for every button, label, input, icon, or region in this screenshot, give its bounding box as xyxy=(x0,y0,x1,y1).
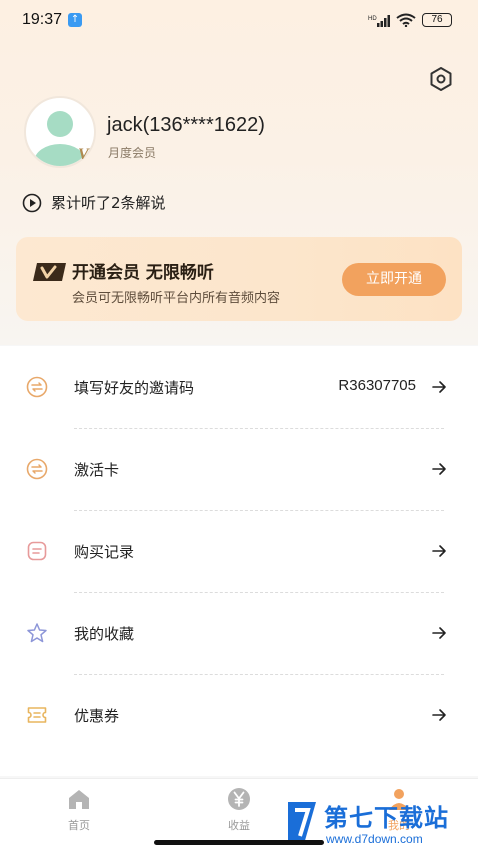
vip-logo-icon xyxy=(33,263,66,281)
listen-summary[interactable]: 累计听了2条解说 xyxy=(22,192,166,213)
signal-icon: HD xyxy=(368,14,390,27)
notification-arrow-icon: ↑ xyxy=(68,13,83,27)
settings-icon[interactable] xyxy=(428,66,454,92)
menu-item-label: 购买记录 xyxy=(74,543,135,561)
status-right: HD 76 xyxy=(368,13,452,27)
vip-banner[interactable]: 开通会员 无限畅听 会员可无限畅听平台内所有音频内容 立即开通 xyxy=(16,237,462,321)
arrow-right-icon xyxy=(432,381,446,393)
svg-text:HD: HD xyxy=(368,16,377,22)
tab-earnings[interactable]: 收益 xyxy=(209,787,269,833)
status-left: 19:37 ↑ xyxy=(22,11,83,29)
star-icon xyxy=(27,623,47,643)
yen-icon xyxy=(228,788,250,810)
home-indicator[interactable] xyxy=(154,840,324,845)
play-circle-icon xyxy=(22,193,42,212)
activation-card-icon xyxy=(26,458,48,480)
home-icon xyxy=(69,790,89,809)
coupon-icon xyxy=(27,707,47,723)
invite-code-value: R36307705 xyxy=(338,377,416,394)
menu-item-activation-card[interactable]: 激活卡 xyxy=(0,428,478,510)
purchase-record-icon xyxy=(27,541,47,561)
open-membership-button[interactable]: 立即开通 xyxy=(342,263,446,296)
arrow-right-icon xyxy=(432,627,446,639)
invite-icon xyxy=(26,376,48,398)
member-level: 月度会员 xyxy=(108,146,157,160)
arrow-right-icon xyxy=(432,463,446,475)
avatar-container[interactable]: V xyxy=(24,96,96,168)
menu-item-label: 我的收藏 xyxy=(74,625,135,643)
tab-home[interactable]: 首页 xyxy=(49,787,109,833)
tab-label: 首页 xyxy=(68,819,90,832)
menu-item-coupons[interactable]: 优惠券 xyxy=(0,674,478,756)
vip-title: 开通会员 无限畅听 xyxy=(72,263,214,283)
arrow-right-icon xyxy=(432,545,446,557)
menu-item-label: 激活卡 xyxy=(74,461,120,479)
menu-item-purchase-record[interactable]: 购买记录 xyxy=(0,510,478,592)
vip-subtitle: 会员可无限畅听平台内所有音频内容 xyxy=(72,291,281,306)
menu-list: 填写好友的邀请码 R36307705 激活卡 购买记录 我的收藏 优惠券 xyxy=(0,346,478,776)
menu-item-label: 优惠券 xyxy=(74,707,120,725)
watermark-title: 第七下载站 xyxy=(324,804,449,832)
arrow-right-icon xyxy=(432,709,446,721)
menu-item-invite-code[interactable]: 填写好友的邀请码 R36307705 xyxy=(0,346,478,428)
vip-badge-icon: V xyxy=(78,146,89,163)
battery-indicator: 76 xyxy=(422,13,452,27)
menu-item-favorites[interactable]: 我的收藏 xyxy=(0,592,478,674)
listen-summary-text: 累计听了2条解说 xyxy=(51,194,166,212)
menu-item-label: 填写好友的邀请码 xyxy=(74,379,195,397)
status-time: 19:37 xyxy=(22,11,63,28)
username: jack(136****1622) xyxy=(107,114,265,136)
watermark-url: www.d7down.com xyxy=(326,832,423,846)
status-bar: 19:37 ↑ HD 76 xyxy=(0,0,478,40)
tab-label: 收益 xyxy=(228,819,250,832)
wifi-icon xyxy=(396,13,416,27)
